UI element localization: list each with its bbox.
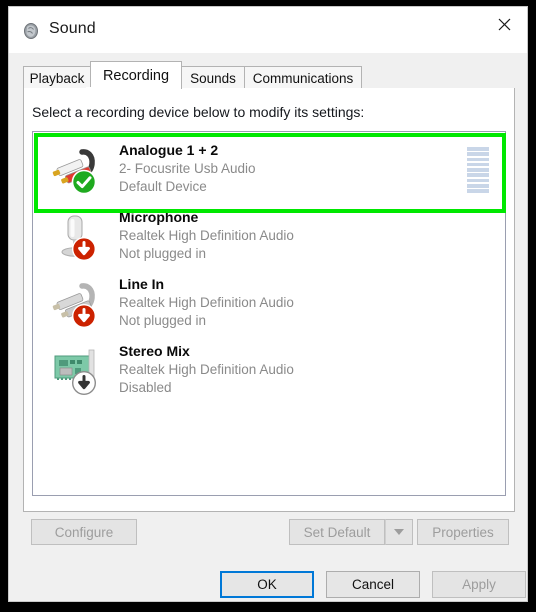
tab-recording[interactable]: Recording [90,61,182,89]
device-status: Not plugged in [119,313,207,328]
ok-button[interactable]: OK [220,571,314,598]
device-driver: Realtek High Definition Audio [119,295,294,310]
set-default-button[interactable]: Set Default [289,519,385,545]
level-meter-segment [467,184,489,188]
device-row[interactable]: Line In Realtek High Definition Audio Not … [33,269,505,336]
configure-button[interactable]: Configure [31,519,137,545]
level-meter [467,147,489,193]
device-driver: Realtek High Definition Audio [119,362,294,377]
device-name: Line In [119,276,165,292]
level-meter-segment [467,173,489,178]
level-meter-segment [467,168,489,172]
set-default-dropdown-button[interactable] [385,519,413,545]
apply-button[interactable]: Apply [432,571,526,598]
desk-microphone-icon [51,210,103,262]
device-info: Line In Realtek High Definition Audio Not … [119,275,419,330]
active-tab-joint [86,87,179,90]
level-meter-segment [467,147,489,151]
level-meter-segment [467,152,489,156]
recording-device-list[interactable]: Analogue 1 + 2 2- Focusrite Usb Audio Defa… [32,131,506,496]
device-name: Analogue 1 + 2 [119,142,219,158]
device-driver: Realtek High Definition Audio [119,228,294,243]
rca-cable-grey-icon [51,277,103,329]
tab-strip: Playback Recording Sounds Communications [23,61,515,89]
title-bar: Sound [9,7,527,53]
device-info: Microphone Realtek High Definition Audio N… [119,208,419,263]
device-driver: 2- Focusrite Usb Audio [119,161,256,176]
device-status: Default Device [119,179,207,194]
properties-button[interactable]: Properties [417,519,509,545]
tab-communications[interactable]: Communications [244,66,362,89]
device-status: Disabled [119,380,172,395]
screenshot-frame: Sound Playback Recording Sounds Communicati… [0,0,536,612]
level-meter-segment [467,178,489,183]
level-meter-segment [467,162,489,167]
device-row[interactable]: Stereo Mix Realtek High Definition Audio D… [33,336,505,403]
close-icon[interactable] [481,7,527,41]
device-info: Stereo Mix Realtek High Definition Audio D… [119,342,419,397]
rca-cable-icon [51,143,103,195]
chevron-down-icon [394,529,404,535]
device-row[interactable]: Microphone Realtek High Definition Audio N… [33,202,505,269]
tab-playback[interactable]: Playback [23,66,91,89]
device-status: Not plugged in [119,246,207,261]
sound-dialog: Sound Playback Recording Sounds Communicati… [8,6,528,602]
tab-sounds[interactable]: Sounds [181,66,245,89]
green-check-badge [71,169,97,195]
cancel-button[interactable]: Cancel [326,571,420,598]
device-row[interactable]: Analogue 1 + 2 2- Focusrite Usb Audio Defa… [33,135,505,202]
window-title: Sound [49,20,96,37]
level-meter-segment [467,189,489,193]
device-info: Analogue 1 + 2 2- Focusrite Usb Audio Defa… [119,141,419,196]
red-down-arrow-badge [71,236,97,262]
sound-card-icon [51,344,103,396]
grey-down-arrow-badge [71,370,97,396]
red-down-arrow-badge [71,303,97,329]
device-name: Microphone [119,209,199,225]
speaker-icon [21,21,41,41]
device-name: Stereo Mix [119,343,190,359]
recording-tab-page: Select a recording device below to modif… [23,88,515,512]
instruction-text: Select a recording device below to modif… [32,104,365,120]
level-meter-segment [467,157,489,162]
